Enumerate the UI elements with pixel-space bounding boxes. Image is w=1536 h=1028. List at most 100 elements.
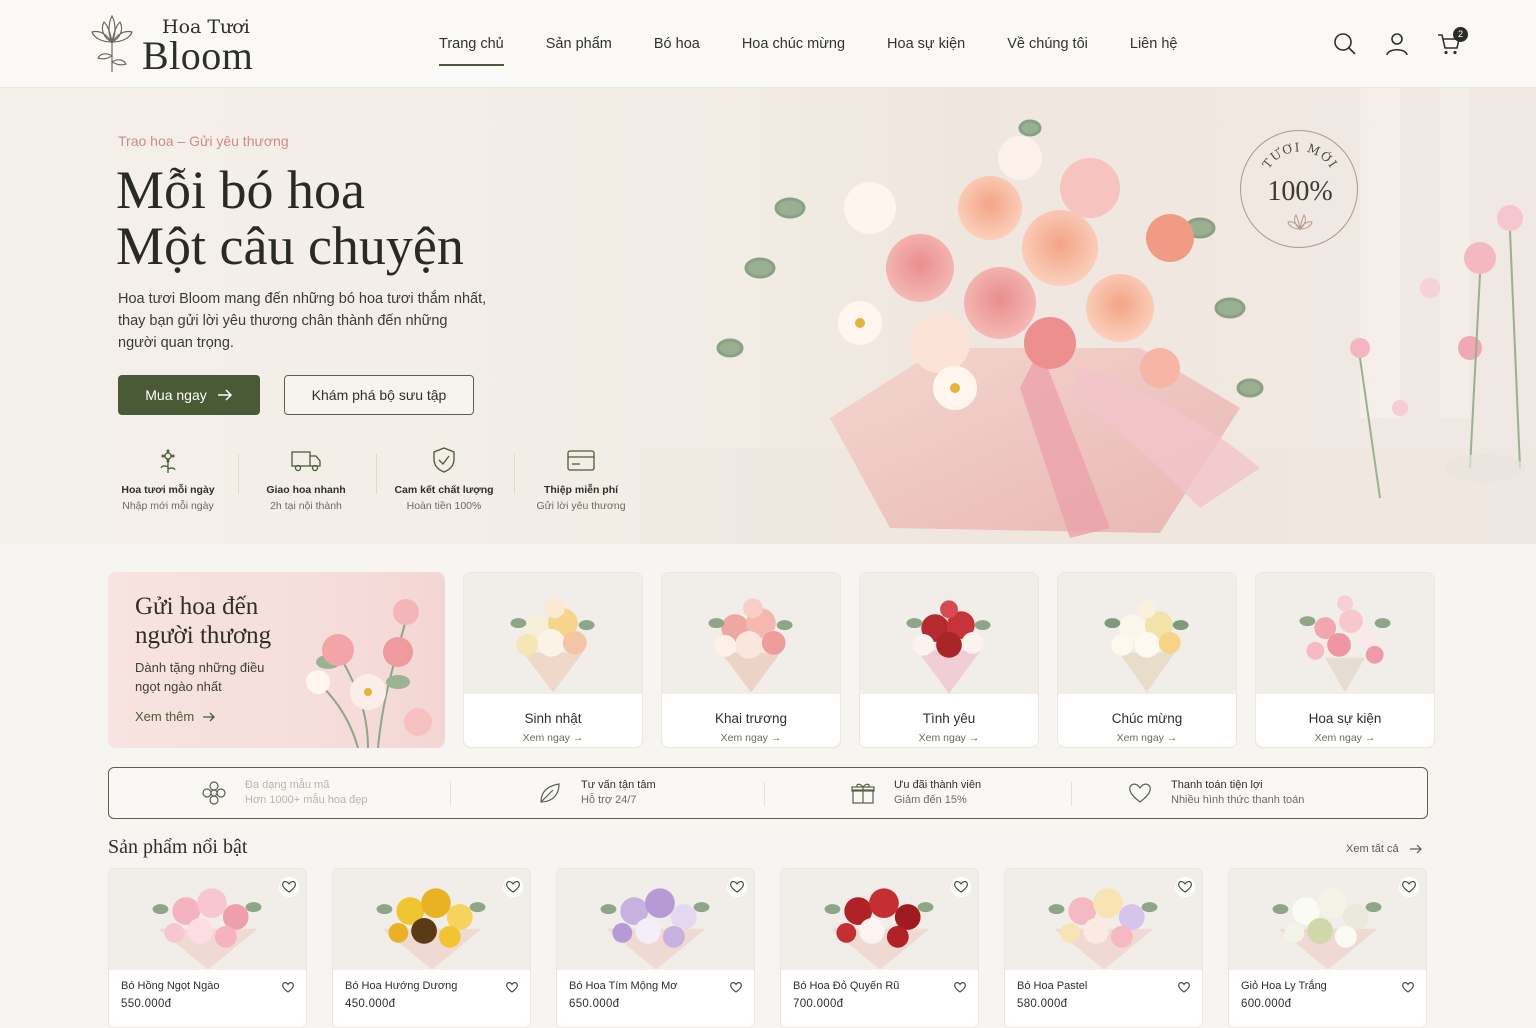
hero-feature-title: Hoa tươi mỗi ngày: [121, 484, 215, 496]
promo-see-more-link[interactable]: Xem thêm: [135, 709, 216, 724]
category-link[interactable]: Xem ngay →: [464, 732, 642, 744]
hero-feature-quality: Cam kết chất lượng Hoàn tiền 100%: [375, 446, 513, 514]
fresh-badge-label: TƯƠI MỚI: [1260, 140, 1339, 171]
benefits-bar: Đa dạng mẫu mã Hơn 1000+ mẫu hoa đẹp Tư …: [108, 767, 1428, 819]
category-image: [860, 573, 1038, 694]
favorite-heart-icon[interactable]: [1176, 979, 1192, 995]
category-image: [464, 573, 642, 694]
nav-contact[interactable]: Liên hệ: [1130, 0, 1178, 88]
product-card-purple-dream[interactable]: Bó Hoa Tím Mộng Mơ 650.000đ: [556, 868, 755, 1028]
wishlist-heart-icon[interactable]: [951, 877, 971, 897]
favorite-heart-icon[interactable]: [1400, 979, 1416, 995]
category-image: [1058, 573, 1236, 694]
category-card-birthday[interactable]: Sinh nhật Xem ngay →: [463, 572, 643, 748]
featured-section-title: Sản phẩm nổi bật: [108, 836, 248, 858]
see-all-link[interactable]: Xem tất cả: [1346, 843, 1423, 855]
benefit-sub: Hỗ trợ 24/7: [581, 794, 637, 806]
category-name: Hoa sự kiện: [1308, 711, 1382, 726]
buy-now-button[interactable]: Mua ngay: [118, 375, 260, 415]
svg-text:TƯƠI MỚI: TƯƠI MỚI: [1260, 140, 1341, 171]
product-name: Bó Hoa Tím Mộng Mơ: [569, 980, 678, 992]
benefit-sub: Hơn 1000+ mẫu hoa đẹp: [245, 794, 368, 806]
hero-feature-sub: 2h tại nội thành: [270, 500, 342, 512]
heart-icon: [1129, 783, 1151, 803]
benefit-variety: Đa dạng mẫu mã Hơn 1000+ mẫu hoa đẹp: [201, 768, 368, 818]
benefit-title: Đa dạng mẫu mã: [245, 779, 330, 791]
wishlist-heart-icon[interactable]: [503, 877, 523, 897]
favorite-heart-icon[interactable]: [952, 979, 968, 995]
benefit-divider: [1071, 782, 1072, 806]
benefit-title: Tư vấn tận tâm: [581, 779, 656, 791]
see-all-label: Xem tất cả: [1346, 843, 1399, 855]
truck-icon: [291, 451, 321, 472]
wishlist-heart-icon[interactable]: [1399, 877, 1419, 897]
arrow-right-icon: →: [770, 732, 782, 744]
category-card-event[interactable]: Hoa sự kiện Xem ngay →: [1255, 572, 1435, 748]
hero-feature-delivery: Giao hoa nhanh 2h tại nội thành: [237, 446, 375, 514]
benefit-title: Thanh toán tiện lợi: [1171, 779, 1263, 791]
category-link[interactable]: Xem ngay →: [1256, 732, 1434, 744]
category-card-congrats[interactable]: Chúc mừng Xem ngay →: [1057, 572, 1237, 748]
category-name: Chúc mừng: [1111, 711, 1183, 726]
product-image: [1005, 869, 1202, 970]
favorite-heart-icon[interactable]: [280, 979, 296, 995]
favorite-heart-icon[interactable]: [504, 979, 520, 995]
benefit-divider: [450, 782, 451, 806]
search-icon[interactable]: [1332, 31, 1358, 57]
arrow-right-icon: [217, 389, 232, 401]
wishlist-heart-icon[interactable]: [727, 877, 747, 897]
hero-feature-title: Giao hoa nhanh: [266, 484, 346, 496]
user-icon[interactable]: [1384, 31, 1410, 57]
hero-title-line-1: Mỗi bó hoa: [116, 160, 365, 220]
promo-title: Gửi hoa đến người thương: [135, 593, 272, 649]
explore-collection-button[interactable]: Khám phá bộ sưu tập: [284, 375, 474, 415]
product-name: Bó Hồng Ngọt Ngào: [121, 980, 220, 992]
nav-event-flowers[interactable]: Hoa sự kiện: [887, 0, 965, 88]
favorite-heart-icon[interactable]: [728, 979, 744, 995]
fresh-100-badge: TƯƠI MỚI 100%: [1240, 130, 1358, 248]
hero-bouquet-image: [640, 88, 1536, 544]
product-image: [333, 869, 530, 970]
product-price: 580.000đ: [1017, 998, 1068, 1010]
category-name: Khai trương: [715, 711, 787, 726]
category-link-label: Xem ngay: [1314, 732, 1362, 744]
brand-logo[interactable]: Hoa Tươi Bloom: [88, 12, 278, 78]
category-card-love[interactable]: Tình yêu Xem ngay →: [859, 572, 1039, 748]
product-name: Bó Hoa Đỏ Quyến Rũ: [793, 980, 900, 992]
benefit-title: Ưu đãi thành viên: [894, 779, 982, 791]
promo-card[interactable]: Gửi hoa đến người thương Dành tặng những…: [108, 572, 445, 748]
product-card-white-lilies[interactable]: Giỏ Hoa Ly Trắng 600.000đ: [1228, 868, 1427, 1028]
nav-about[interactable]: Về chúng tôi: [1007, 0, 1088, 88]
promo-see-more-label: Xem thêm: [135, 709, 195, 724]
wishlist-heart-icon[interactable]: [1175, 877, 1195, 897]
arrow-right-icon: [203, 712, 216, 721]
nav-products[interactable]: Sản phẩm: [546, 0, 612, 88]
category-link[interactable]: Xem ngay →: [662, 732, 840, 744]
benefit-divider: [764, 782, 765, 806]
nav-congrats-flowers[interactable]: Hoa chúc mừng: [742, 0, 845, 88]
category-image: [1256, 573, 1434, 694]
product-price: 600.000đ: [1241, 998, 1292, 1010]
hero-description: Hoa tươi Bloom mang đến những bó hoa tươ…: [118, 291, 487, 351]
product-image: [781, 869, 978, 970]
hero-feature-title: Cam kết chất lượng: [394, 484, 494, 496]
category-card-opening[interactable]: Khai trương Xem ngay →: [661, 572, 841, 748]
product-card-sunflowers[interactable]: Bó Hoa Hướng Dương 450.000đ: [332, 868, 531, 1028]
product-card-pastel[interactable]: Bó Hoa Pastel 580.000đ: [1004, 868, 1203, 1028]
product-price: 450.000đ: [345, 998, 396, 1010]
nav-home[interactable]: Trang chủ: [439, 0, 504, 88]
arrow-right-icon: →: [1166, 732, 1178, 744]
category-link[interactable]: Xem ngay →: [860, 732, 1038, 744]
arrow-right-icon: →: [1364, 732, 1376, 744]
cart-count-badge: 2: [1453, 27, 1468, 42]
nav-bouquets[interactable]: Bó hoa: [654, 0, 700, 88]
product-card-sweet-roses[interactable]: Bó Hồng Ngọt Ngào 550.000đ: [108, 868, 307, 1028]
product-card-red-roses[interactable]: Bó Hoa Đỏ Quyến Rũ 700.000đ: [780, 868, 979, 1028]
wishlist-heart-icon[interactable]: [279, 877, 299, 897]
arrow-right-icon: [1409, 844, 1422, 854]
hero-title: Mỗi bó hoa Một câu chuyện: [116, 162, 464, 274]
category-link[interactable]: Xem ngay →: [1058, 732, 1236, 744]
category-name: Tình yêu: [922, 711, 976, 726]
brand-name-big: Bloom: [142, 33, 254, 78]
benefit-membership: Ưu đãi thành viên Giảm đến 15%: [850, 768, 981, 818]
